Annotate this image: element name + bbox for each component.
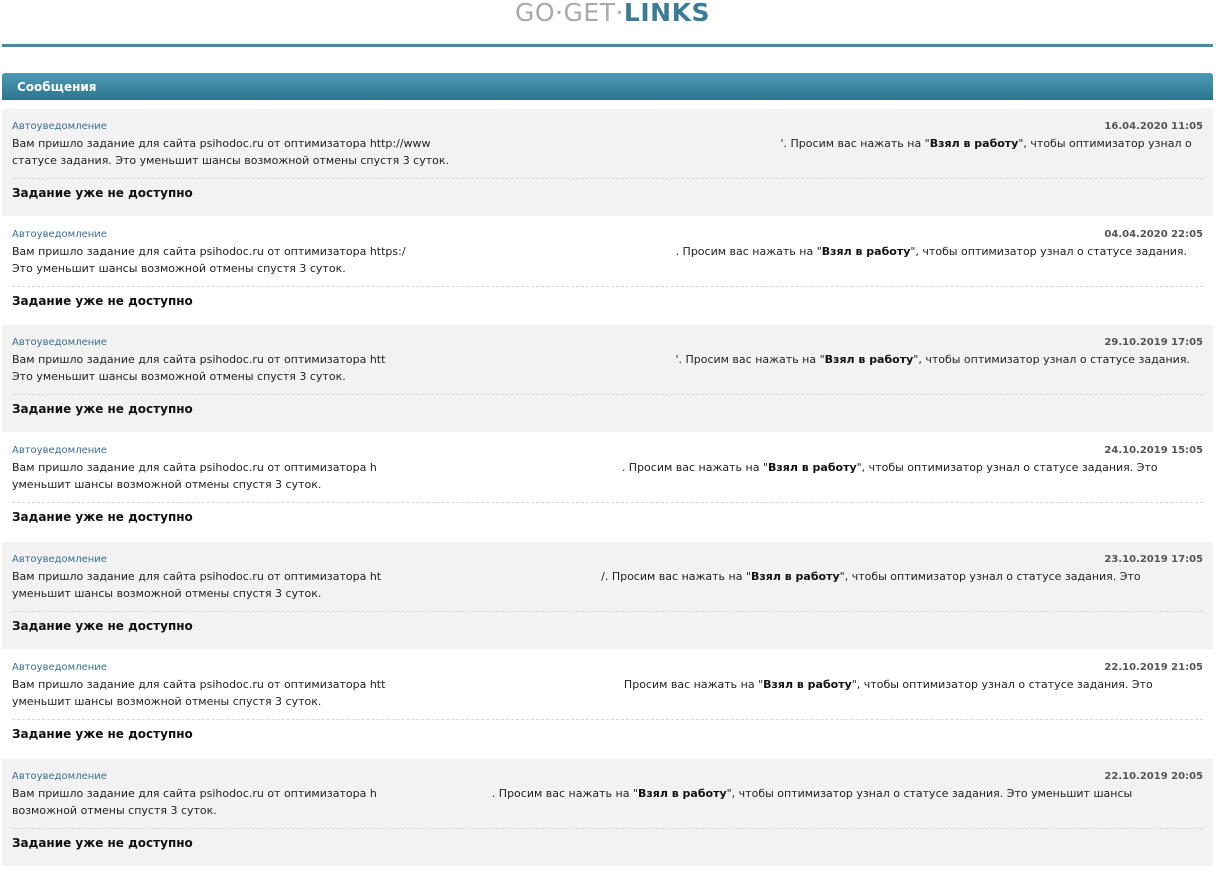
message-sender[interactable]: Автоуведомление bbox=[12, 445, 107, 456]
message-item: Автоуведомление 22.10.2019 21:05 Вам при… bbox=[2, 650, 1213, 757]
message-status: Задание уже не доступно bbox=[12, 836, 193, 850]
message-date: 16.04.2020 11:05 bbox=[1104, 121, 1203, 132]
message-divider bbox=[12, 178, 1203, 179]
message-item: Автоуведомление 29.10.2019 17:05 Вам при… bbox=[2, 325, 1213, 432]
site-logo[interactable]: GO·GET·LINKS bbox=[0, 0, 1225, 26]
section-title: Сообщения bbox=[17, 80, 97, 94]
message-sender[interactable]: Автоуведомление bbox=[12, 121, 107, 132]
message-date: 22.10.2019 21:05 bbox=[1104, 662, 1203, 673]
message-body: Вам пришло задание для сайта psihodoc.ru… bbox=[12, 245, 1188, 275]
message-sender[interactable]: Автоуведомление bbox=[12, 229, 107, 240]
message-sender[interactable]: Автоуведомление bbox=[12, 662, 107, 673]
message-status: Задание уже не доступно bbox=[12, 402, 193, 416]
logo-part-go-get: GO·GET· bbox=[515, 0, 624, 27]
message-body: Вам пришло задание для сайта psihodoc.ru… bbox=[12, 461, 1158, 491]
message-item: Автоуведомление 23.10.2019 17:05 Вам при… bbox=[2, 542, 1213, 649]
message-divider bbox=[12, 286, 1203, 287]
message-divider bbox=[12, 719, 1203, 720]
message-divider bbox=[12, 394, 1203, 395]
message-divider bbox=[12, 502, 1203, 503]
message-item: Автоуведомление 24.10.2019 15:05 Вам при… bbox=[2, 433, 1213, 540]
message-date: 04.04.2020 22:05 bbox=[1104, 229, 1203, 240]
message-body: Вам пришло задание для сайта psihodoc.ru… bbox=[12, 353, 1190, 383]
message-status: Задание уже не доступно bbox=[12, 186, 193, 200]
message-status: Задание уже не доступно bbox=[12, 510, 193, 524]
message-sender[interactable]: Автоуведомление bbox=[12, 337, 107, 348]
header-divider bbox=[2, 44, 1213, 47]
message-body: Вам пришло задание для сайта psihodoc.ru… bbox=[12, 787, 1133, 817]
message-status: Задание уже не доступно bbox=[12, 619, 193, 633]
message-item: Автоуведомление 22.10.2019 20:05 Вам при… bbox=[2, 759, 1213, 866]
message-item: Автоуведомление 04.04.2020 22:05 Вам при… bbox=[2, 217, 1213, 324]
message-item: Автоуведомление 16.04.2020 11:05 Вам при… bbox=[2, 109, 1213, 216]
logo-part-links: LINKS bbox=[623, 0, 710, 27]
message-status: Задание уже не доступно bbox=[12, 294, 193, 308]
message-sender[interactable]: Автоуведомление bbox=[12, 771, 107, 782]
message-date: 29.10.2019 17:05 bbox=[1104, 337, 1203, 348]
message-status: Задание уже не доступно bbox=[12, 727, 193, 741]
message-body: Вам пришло задание для сайта psihodoc.ru… bbox=[12, 137, 1192, 167]
message-date: 24.10.2019 15:05 bbox=[1104, 445, 1203, 456]
message-body: Вам пришло задание для сайта psihodoc.ru… bbox=[12, 678, 1153, 708]
message-body: Вам пришло задание для сайта psihodoc.ru… bbox=[12, 570, 1141, 600]
message-sender[interactable]: Автоуведомление bbox=[12, 554, 107, 565]
message-divider bbox=[12, 828, 1203, 829]
message-date: 23.10.2019 17:05 bbox=[1104, 554, 1203, 565]
messages-section-header: Сообщения bbox=[2, 73, 1213, 100]
message-date: 22.10.2019 20:05 bbox=[1104, 771, 1203, 782]
message-divider bbox=[12, 611, 1203, 612]
